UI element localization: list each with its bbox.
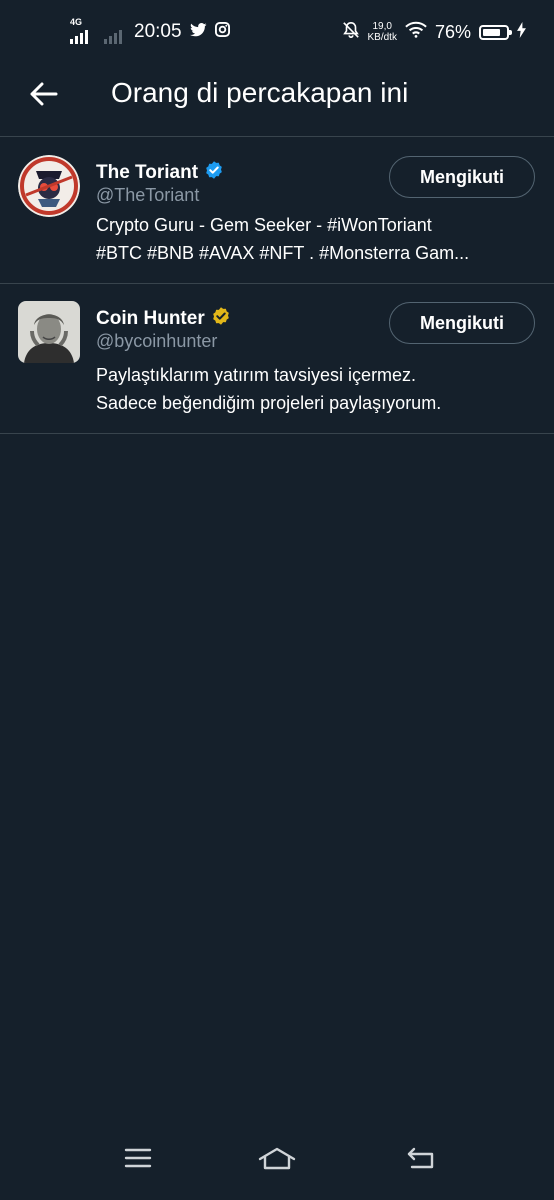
bio-line: Paylaştıklarım yatırım tavsiyesi içermez… [96,365,417,385]
mute-notification-icon [342,21,360,44]
system-nav-bar [0,1130,554,1200]
cell-signal-primary: 4G [70,17,88,44]
home-icon [258,1146,296,1175]
user-row-bycoinhunter[interactable]: Coin Hunter @bycoinhunter Paylaştıklarım… [0,283,554,434]
display-name[interactable]: The Toriant [96,162,198,184]
status-right: 19,0 KB/dtk 76% [342,18,527,46]
avatar[interactable] [18,301,80,363]
following-button[interactable]: Mengikuti [389,302,535,344]
name-line: The Toriant [96,160,224,185]
charging-icon [517,21,526,43]
signal-bars-icon [70,28,88,44]
network-speed: 19,0 KB/dtk [368,21,397,43]
page-title: Orang di percakapan ini [111,77,409,108]
name-line: Coin Hunter [96,306,231,331]
header: Orang di percakapan ini [0,62,554,137]
bio-line: #BTC #BNB #AVAX #NFT . #Monsterra Gam... [96,243,470,263]
menu-icon [124,1147,152,1174]
clock: 20:05 [134,21,182,42]
bio: Paylaştıklarım yatırım tavsiyesi içermez… [96,361,536,417]
status-left: 4G 20:05 [70,17,230,46]
battery-icon [479,24,512,40]
display-name[interactable]: Coin Hunter [96,308,205,330]
status-bar: 4G 20:05 19,0 KB/dtk 76% [0,0,554,62]
home-button[interactable] [247,1140,307,1180]
menu-button[interactable] [108,1140,168,1180]
back-button[interactable] [24,76,64,116]
user-row-thetoriant[interactable]: The Toriant @TheToriant Crypto Guru - Ge… [0,137,554,284]
wifi-icon [405,21,427,43]
battery-percent: 76% [434,21,471,42]
handle: @bycoinhunter [96,331,218,351]
verified-badge-icon [211,306,231,331]
following-button[interactable]: Mengikuti [389,156,535,198]
bio-line: Sadece beğendiğim projeleri paylaşıyorum… [96,393,442,413]
speed-unit: KB/dtk [367,32,397,43]
twitter-icon [189,22,207,42]
speed-value: 19,0 [372,21,392,32]
network-type: 4G [70,17,83,27]
bio: Crypto Guru - Gem Seeker - #iWonToriant … [96,211,536,267]
arrow-left-icon [30,82,58,111]
back-nav-button[interactable] [391,1140,451,1180]
instagram-icon [214,22,230,42]
verified-badge-icon [204,160,224,185]
back-nav-icon [406,1146,436,1175]
signal-bars-secondary-icon [104,28,122,44]
bio-line: Crypto Guru - Gem Seeker - #iWonToriant [96,215,432,235]
avatar[interactable] [18,155,80,217]
handle: @TheToriant [96,185,200,205]
